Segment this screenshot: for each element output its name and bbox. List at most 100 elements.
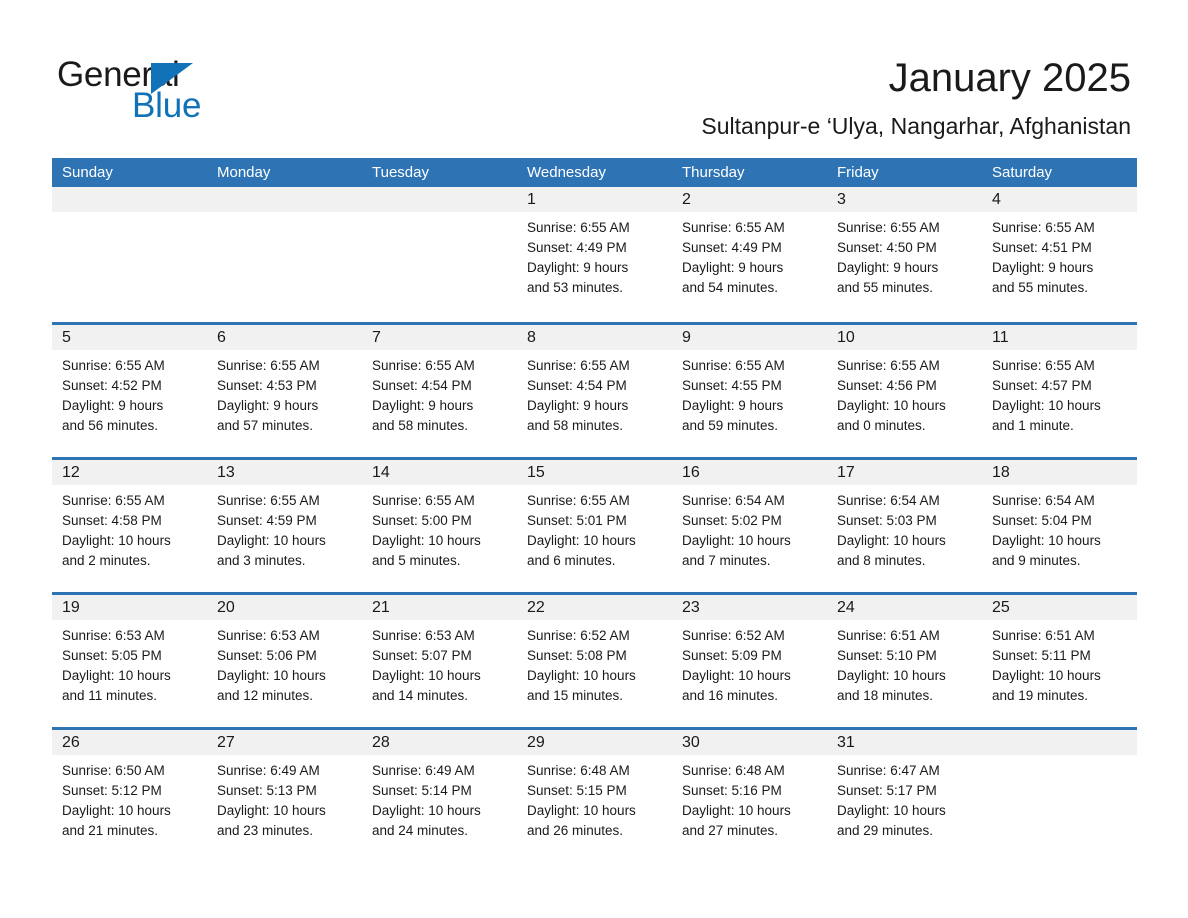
daylight-text-line2: and 0 minutes. xyxy=(837,418,926,433)
daylight-text-line2: and 58 minutes. xyxy=(372,418,469,433)
day-number: 27 xyxy=(217,734,235,751)
day-number: 13 xyxy=(217,464,235,481)
daylight-text-line2: and 16 minutes. xyxy=(682,688,779,703)
sunrise-text: Sunrise: 6:55 AM xyxy=(217,358,320,373)
day-cell[interactable]: 25 Sunrise: 6:51 AM Sunset: 5:11 PM Dayl… xyxy=(982,595,1137,727)
daylight-text-line1: Daylight: 9 hours xyxy=(217,398,319,413)
daylight-text-line1: Daylight: 10 hours xyxy=(62,533,171,548)
day-cell[interactable]: 12 Sunrise: 6:55 AM Sunset: 4:58 PM Dayl… xyxy=(52,460,207,592)
daylight-text-line2: and 12 minutes. xyxy=(217,688,314,703)
sunset-text: Sunset: 5:04 PM xyxy=(992,513,1092,528)
generalblue-logo: General Blue xyxy=(57,55,317,127)
sunrise-text: Sunrise: 6:48 AM xyxy=(527,763,630,778)
sunset-text: Sunset: 5:15 PM xyxy=(527,783,627,798)
daylight-text-line1: Daylight: 10 hours xyxy=(372,533,481,548)
daylight-text-line2: and 14 minutes. xyxy=(372,688,469,703)
daylight-text-line2: and 15 minutes. xyxy=(527,688,624,703)
day-cell[interactable]: 21 Sunrise: 6:53 AM Sunset: 5:07 PM Dayl… xyxy=(362,595,517,727)
daylight-text-line1: Daylight: 9 hours xyxy=(992,260,1094,275)
daylight-text-line1: Daylight: 10 hours xyxy=(62,668,171,683)
day-cell[interactable]: 5 Sunrise: 6:55 AM Sunset: 4:52 PM Dayli… xyxy=(52,325,207,457)
day-number: 7 xyxy=(372,329,381,346)
day-cell[interactable]: 3 Sunrise: 6:55 AM Sunset: 4:50 PM Dayli… xyxy=(827,187,982,319)
day-cell[interactable]: 13 Sunrise: 6:55 AM Sunset: 4:59 PM Dayl… xyxy=(207,460,362,592)
weekday-monday: Monday xyxy=(217,164,271,181)
sunset-text: Sunset: 5:06 PM xyxy=(217,648,317,663)
daylight-text-line2: and 11 minutes. xyxy=(62,688,158,703)
daylight-text-line1: Daylight: 9 hours xyxy=(682,260,784,275)
daylight-text-line2: and 8 minutes. xyxy=(837,553,926,568)
sunrise-text: Sunrise: 6:54 AM xyxy=(992,493,1095,508)
day-number: 20 xyxy=(217,599,235,616)
day-cell[interactable]: 24 Sunrise: 6:51 AM Sunset: 5:10 PM Dayl… xyxy=(827,595,982,727)
day-cell[interactable]: 17 Sunrise: 6:54 AM Sunset: 5:03 PM Dayl… xyxy=(827,460,982,592)
weekday-sunday: Sunday xyxy=(62,164,113,181)
sunrise-text: Sunrise: 6:53 AM xyxy=(372,628,475,643)
weekday-header-row: Sunday Monday Tuesday Wednesday Thursday… xyxy=(52,158,1137,187)
day-cell[interactable]: 15 Sunrise: 6:55 AM Sunset: 5:01 PM Dayl… xyxy=(517,460,672,592)
sunset-text: Sunset: 5:07 PM xyxy=(372,648,472,663)
sunrise-text: Sunrise: 6:55 AM xyxy=(62,358,165,373)
day-cell[interactable]: 27 Sunrise: 6:49 AM Sunset: 5:13 PM Dayl… xyxy=(207,730,362,862)
sunrise-text: Sunrise: 6:55 AM xyxy=(682,220,785,235)
sunrise-text: Sunrise: 6:55 AM xyxy=(992,220,1095,235)
sunset-text: Sunset: 4:56 PM xyxy=(837,378,937,393)
day-cell[interactable]: 29 Sunrise: 6:48 AM Sunset: 5:15 PM Dayl… xyxy=(517,730,672,862)
daylight-text-line2: and 57 minutes. xyxy=(217,418,314,433)
sunset-text: Sunset: 5:11 PM xyxy=(992,648,1091,663)
day-number: 17 xyxy=(837,464,855,481)
sunset-text: Sunset: 5:16 PM xyxy=(682,783,782,798)
daylight-text-line2: and 56 minutes. xyxy=(62,418,159,433)
page-header: General Blue January 2025 Sultanpur-e ‘U… xyxy=(0,0,1188,158)
day-cell[interactable]: 16 Sunrise: 6:54 AM Sunset: 5:02 PM Dayl… xyxy=(672,460,827,592)
sunset-text: Sunset: 4:59 PM xyxy=(217,513,317,528)
day-cell[interactable]: 7 Sunrise: 6:55 AM Sunset: 4:54 PM Dayli… xyxy=(362,325,517,457)
sunrise-text: Sunrise: 6:54 AM xyxy=(837,493,940,508)
day-cell[interactable]: 11 Sunrise: 6:55 AM Sunset: 4:57 PM Dayl… xyxy=(982,325,1137,457)
weekday-wednesday: Wednesday xyxy=(527,164,606,181)
day-cell[interactable] xyxy=(362,187,517,319)
sunset-text: Sunset: 4:54 PM xyxy=(372,378,472,393)
page-title: January 2025 xyxy=(888,56,1131,100)
day-cell[interactable]: 22 Sunrise: 6:52 AM Sunset: 5:08 PM Dayl… xyxy=(517,595,672,727)
day-cell[interactable]: 19 Sunrise: 6:53 AM Sunset: 5:05 PM Dayl… xyxy=(52,595,207,727)
day-cell[interactable]: 31 Sunrise: 6:47 AM Sunset: 5:17 PM Dayl… xyxy=(827,730,982,862)
day-cell[interactable]: 9 Sunrise: 6:55 AM Sunset: 4:55 PM Dayli… xyxy=(672,325,827,457)
day-number: 15 xyxy=(527,464,545,481)
day-cell[interactable] xyxy=(52,187,207,319)
day-cell[interactable]: 28 Sunrise: 6:49 AM Sunset: 5:14 PM Dayl… xyxy=(362,730,517,862)
day-cell[interactable]: 23 Sunrise: 6:52 AM Sunset: 5:09 PM Dayl… xyxy=(672,595,827,727)
sunset-text: Sunset: 4:52 PM xyxy=(62,378,162,393)
sunset-text: Sunset: 5:01 PM xyxy=(527,513,627,528)
day-cell[interactable]: 1 Sunrise: 6:55 AM Sunset: 4:49 PM Dayli… xyxy=(517,187,672,319)
day-number: 18 xyxy=(992,464,1010,481)
day-cell[interactable]: 10 Sunrise: 6:55 AM Sunset: 4:56 PM Dayl… xyxy=(827,325,982,457)
day-cell[interactable]: 26 Sunrise: 6:50 AM Sunset: 5:12 PM Dayl… xyxy=(52,730,207,862)
page-subtitle: Sultanpur-e ‘Ulya, Nangarhar, Afghanista… xyxy=(701,113,1131,139)
sunset-text: Sunset: 5:10 PM xyxy=(837,648,937,663)
day-number: 11 xyxy=(992,329,1009,346)
daylight-text-line1: Daylight: 9 hours xyxy=(837,260,939,275)
daylight-text-line1: Daylight: 9 hours xyxy=(527,260,629,275)
calendar-grid: Sunday Monday Tuesday Wednesday Thursday… xyxy=(52,158,1137,862)
day-cell[interactable]: 18 Sunrise: 6:54 AM Sunset: 5:04 PM Dayl… xyxy=(982,460,1137,592)
day-number: 23 xyxy=(682,599,700,616)
daylight-text-line2: and 55 minutes. xyxy=(992,280,1089,295)
sunset-text: Sunset: 4:51 PM xyxy=(992,240,1092,255)
day-cell[interactable]: 8 Sunrise: 6:55 AM Sunset: 4:54 PM Dayli… xyxy=(517,325,672,457)
day-number: 26 xyxy=(62,734,80,751)
day-cell[interactable]: 2 Sunrise: 6:55 AM Sunset: 4:49 PM Dayli… xyxy=(672,187,827,319)
day-cell[interactable] xyxy=(982,730,1137,862)
sunset-text: Sunset: 4:49 PM xyxy=(527,240,627,255)
sunrise-text: Sunrise: 6:55 AM xyxy=(372,358,475,373)
day-cell[interactable] xyxy=(207,187,362,319)
daylight-text-line2: and 29 minutes. xyxy=(837,823,934,838)
day-cell[interactable]: 4 Sunrise: 6:55 AM Sunset: 4:51 PM Dayli… xyxy=(982,187,1137,319)
day-cell[interactable]: 14 Sunrise: 6:55 AM Sunset: 5:00 PM Dayl… xyxy=(362,460,517,592)
day-cell[interactable]: 6 Sunrise: 6:55 AM Sunset: 4:53 PM Dayli… xyxy=(207,325,362,457)
daylight-text-line2: and 23 minutes. xyxy=(217,823,314,838)
day-cell[interactable]: 30 Sunrise: 6:48 AM Sunset: 5:16 PM Dayl… xyxy=(672,730,827,862)
daylight-text-line1: Daylight: 10 hours xyxy=(217,668,326,683)
day-number: 1 xyxy=(527,191,536,208)
day-cell[interactable]: 20 Sunrise: 6:53 AM Sunset: 5:06 PM Dayl… xyxy=(207,595,362,727)
